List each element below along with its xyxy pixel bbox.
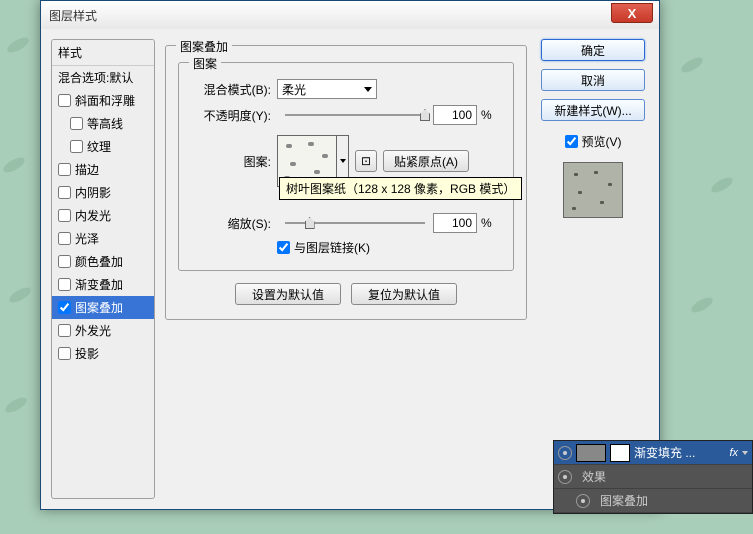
snap-origin-button[interactable]: 贴紧原点(A) (383, 150, 469, 172)
pattern-fieldset: 图案 混合模式(B): 柔光 不透明度(Y): % 图案: (178, 62, 514, 271)
blend-mode-combo[interactable]: 柔光 (277, 79, 377, 99)
new-style-button[interactable]: 新建样式(W)... (541, 99, 645, 121)
sidebar-item-outer-glow[interactable]: 外发光 (52, 319, 154, 342)
sidebar-item-drop-shadow[interactable]: 投影 (52, 342, 154, 365)
drop-shadow-checkbox[interactable] (58, 347, 71, 360)
dialog-title: 图层样式 (49, 7, 97, 24)
outer-glow-checkbox[interactable] (58, 324, 71, 337)
satin-checkbox[interactable] (58, 232, 71, 245)
contour-checkbox[interactable] (70, 117, 83, 130)
opacity-slider[interactable] (285, 114, 425, 116)
pattern-label: 图案: (191, 153, 271, 170)
panel-title: 图案叠加 (176, 38, 232, 55)
inner-title: 图案 (189, 55, 221, 72)
inner-shadow-checkbox[interactable] (58, 186, 71, 199)
bevel-checkbox[interactable] (58, 94, 71, 107)
chevron-down-icon[interactable] (742, 451, 748, 455)
preview-checkbox[interactable] (565, 135, 578, 148)
visibility-icon[interactable] (558, 446, 572, 460)
layers-panel: 渐变填充 ... fx 效果 图案叠加 (553, 440, 753, 514)
layer-style-dialog: 图层样式 X 样式 混合选项:默认 斜面和浮雕 等高线 纹理 描边 内阴影 内发… (40, 0, 660, 510)
close-icon: X (628, 6, 637, 21)
sidebar-item-contour[interactable]: 等高线 (52, 112, 154, 135)
effects-row[interactable]: 效果 (554, 465, 752, 489)
pattern-tooltip: 树叶图案纸（128 x 128 像素，RGB 模式） (279, 177, 522, 200)
sidebar-item-inner-glow[interactable]: 内发光 (52, 204, 154, 227)
layer-mask-thumbnail (610, 444, 630, 462)
sidebar-header: 样式 (52, 40, 154, 66)
scale-input[interactable] (433, 213, 477, 233)
visibility-icon[interactable] (558, 470, 572, 484)
pattern-overlay-checkbox[interactable] (58, 301, 71, 314)
layer-row-selected[interactable]: 渐变填充 ... fx (554, 441, 752, 465)
effect-label: 图案叠加 (600, 492, 648, 509)
texture-checkbox[interactable] (70, 140, 83, 153)
sidebar-item-gradient-overlay[interactable]: 渐变叠加 (52, 273, 154, 296)
effect-pattern-overlay-row[interactable]: 图案叠加 (554, 489, 752, 513)
styles-sidebar: 样式 混合选项:默认 斜面和浮雕 等高线 纹理 描边 内阴影 内发光 光泽 颜色… (51, 39, 155, 499)
opacity-thumb[interactable] (420, 109, 430, 121)
opacity-input[interactable] (433, 105, 477, 125)
preview-label: 预览(V) (582, 133, 622, 150)
color-overlay-checkbox[interactable] (58, 255, 71, 268)
visibility-icon[interactable] (576, 494, 590, 508)
blend-mode-label: 混合模式(B): (191, 81, 271, 98)
new-pattern-button[interactable]: ⊡ (355, 150, 377, 172)
sidebar-item-stroke[interactable]: 描边 (52, 158, 154, 181)
percent-label: % (481, 108, 492, 122)
sidebar-item-pattern-overlay[interactable]: 图案叠加 (52, 296, 154, 319)
sidebar-blend-default[interactable]: 混合选项:默认 (52, 66, 154, 89)
layer-thumbnail (576, 444, 606, 462)
link-checkbox[interactable] (277, 241, 290, 254)
close-button[interactable]: X (611, 3, 653, 23)
fx-badge[interactable]: fx (729, 447, 738, 459)
cancel-button[interactable]: 取消 (541, 69, 645, 91)
layer-name: 渐变填充 ... (634, 444, 725, 461)
chevron-down-icon (340, 159, 346, 163)
sidebar-item-inner-shadow[interactable]: 内阴影 (52, 181, 154, 204)
sidebar-item-texture[interactable]: 纹理 (52, 135, 154, 158)
titlebar[interactable]: 图层样式 X (41, 1, 659, 29)
ok-button[interactable]: 确定 (541, 39, 645, 61)
link-label: 与图层链接(K) (294, 239, 370, 256)
scale-label: 缩放(S): (191, 215, 271, 232)
make-default-button[interactable]: 设置为默认值 (235, 283, 341, 305)
percent-label-2: % (481, 216, 492, 230)
sidebar-item-bevel[interactable]: 斜面和浮雕 (52, 89, 154, 112)
reset-default-button[interactable]: 复位为默认值 (351, 283, 457, 305)
sidebar-item-color-overlay[interactable]: 颜色叠加 (52, 250, 154, 273)
inner-glow-checkbox[interactable] (58, 209, 71, 222)
preview-box (563, 162, 623, 218)
sidebar-item-satin[interactable]: 光泽 (52, 227, 154, 250)
pattern-overlay-fieldset: 图案叠加 图案 混合模式(B): 柔光 不透明度(Y): % 图案: (165, 45, 527, 320)
stroke-checkbox[interactable] (58, 163, 71, 176)
effects-label: 效果 (582, 468, 606, 485)
gradient-overlay-checkbox[interactable] (58, 278, 71, 291)
opacity-label: 不透明度(Y): (191, 107, 271, 124)
scale-thumb[interactable] (305, 217, 315, 229)
scale-slider[interactable] (285, 222, 425, 224)
chevron-down-icon (364, 87, 372, 92)
